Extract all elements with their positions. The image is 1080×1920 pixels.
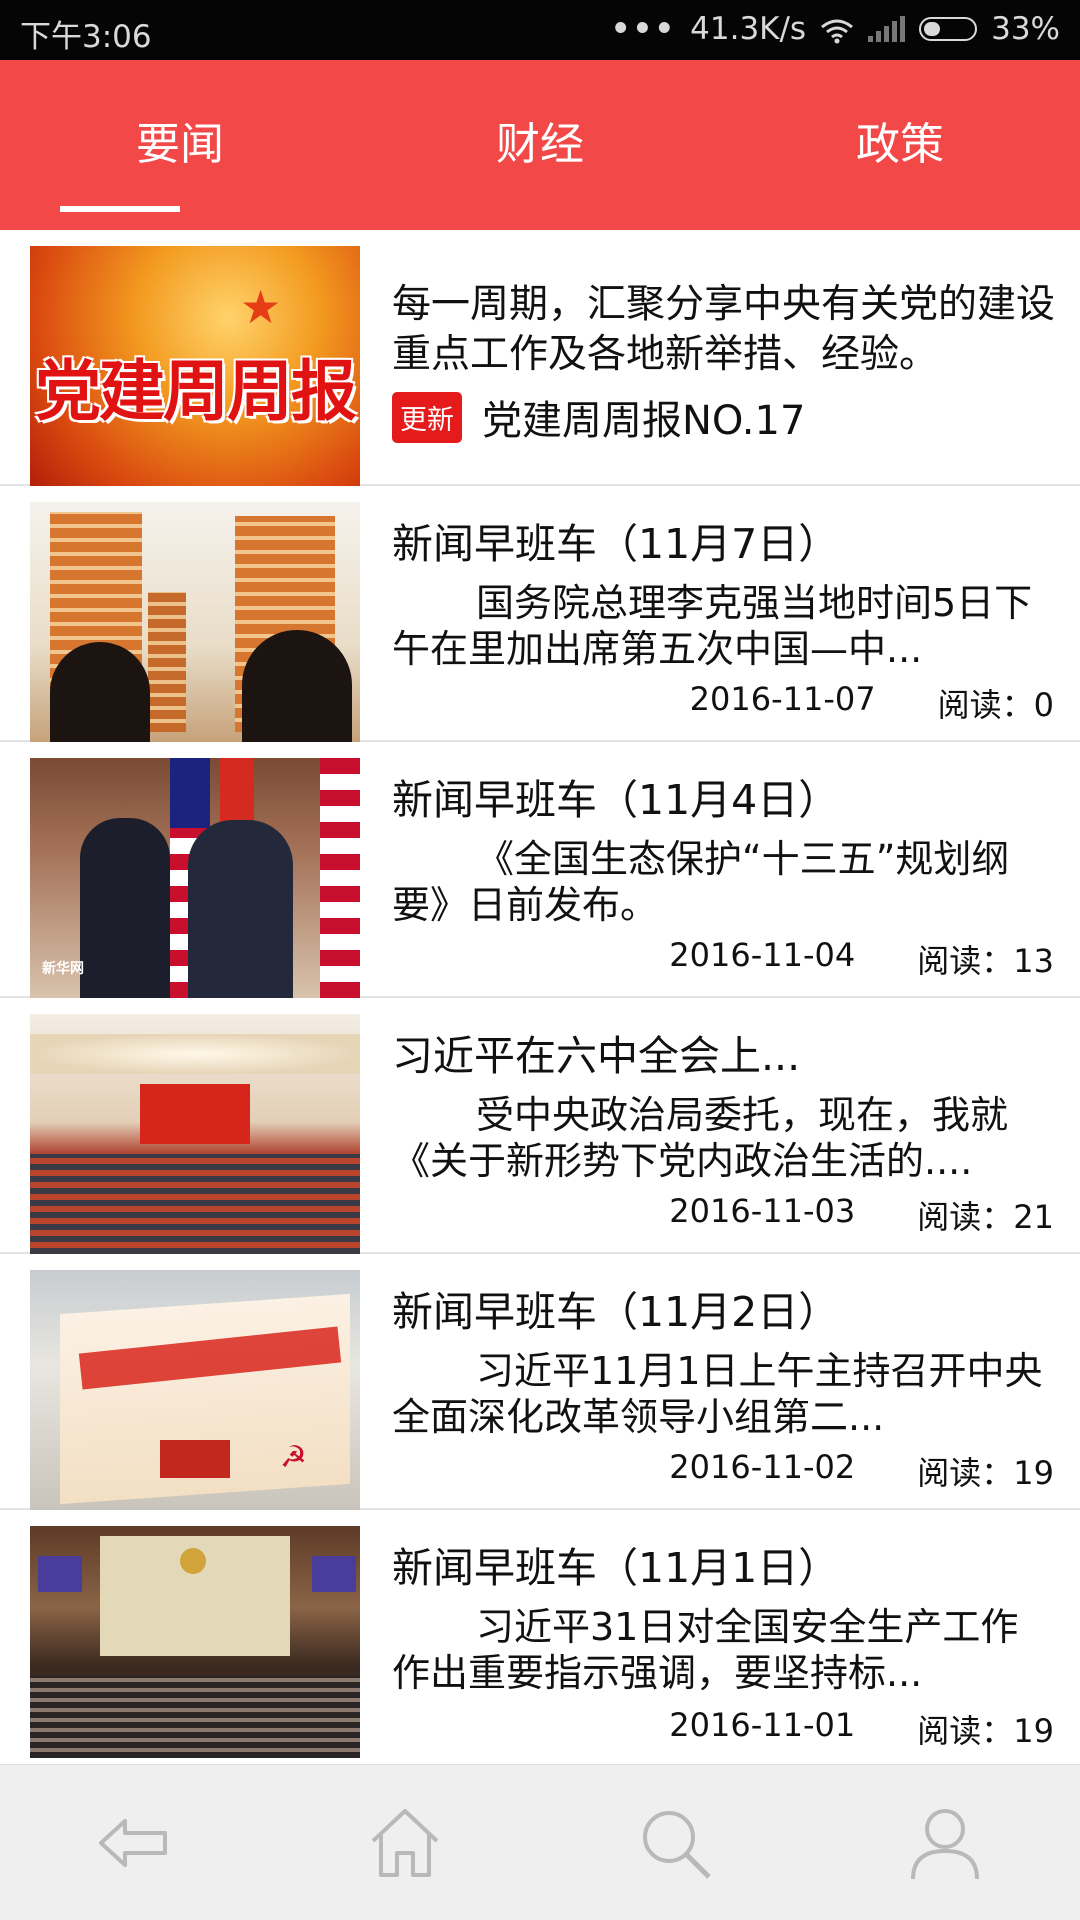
featured-item[interactable]: ★ 党建周周报 每一周期，汇聚分享中央有关党的建设重点工作及各地新举措、经验。 …	[0, 230, 1080, 486]
news-text: 新闻早班车（11月1日） 习近平31日对全国安全生产工作作出重要指示强调，要坚持…	[392, 1544, 1056, 1696]
battery-icon	[919, 17, 978, 41]
news-title: 习近平在六中全会上...	[392, 1032, 801, 1080]
news-date: 2016-11-04	[669, 936, 856, 974]
silhouette-left	[50, 642, 150, 742]
news-read-count: 阅读：19	[917, 1454, 1054, 1492]
status-time: 下午3:06	[20, 19, 152, 55]
notification-dots: •••	[610, 11, 677, 47]
tab-label: 财经	[496, 119, 584, 170]
screen-right	[312, 1556, 356, 1592]
news-thumbnail	[30, 1014, 360, 1254]
news-read-count: 阅读：19	[917, 1712, 1054, 1750]
search-icon	[643, 1811, 711, 1879]
news-meta: 2016-11-04 阅读：13	[669, 936, 1054, 982]
news-summary: 受中央政治局委托，现在，我就《关于新形势下党内政治生活的....	[392, 1093, 1009, 1183]
news-read-count: 阅读：13	[917, 942, 1054, 980]
news-date: 2016-11-07	[689, 680, 876, 718]
featured-subtitle: 党建周周报NO.17	[482, 398, 806, 444]
silhouette-right	[242, 630, 352, 742]
news-summary: 习近平11月1日上午主持召开中央全面深化改革领导小组第二...	[392, 1349, 1043, 1439]
back-button[interactable]	[0, 1765, 270, 1920]
list-item[interactable]: 新闻早班车（11月1日） 习近平31日对全国安全生产工作作出重要指示强调，要坚持…	[0, 1510, 1080, 1766]
wifi-icon	[820, 16, 854, 44]
tab-active-indicator	[60, 206, 180, 212]
news-title: 新闻早班车（11月1日）	[392, 1544, 840, 1592]
back-icon	[99, 1819, 167, 1867]
news-read-count: 阅读：21	[917, 1198, 1054, 1236]
home-button[interactable]	[270, 1765, 540, 1920]
news-summary: 习近平31日对全国安全生产工作作出重要指示强调，要坚持标...	[392, 1605, 1019, 1695]
news-meta: 2016-11-03 阅读：21	[669, 1192, 1054, 1238]
status-bar: 下午3:06 ••• 41.3K/s 33%	[0, 0, 1080, 60]
audience-rows	[30, 1676, 360, 1758]
list-item[interactable]: 新华网 新闻早班车（11月4日） 《全国生态保护“十三五”规划纲要》日前发布。 …	[0, 742, 1080, 998]
user-icon	[911, 1809, 979, 1880]
tab-bar: 要闻 财经 政策	[0, 60, 1080, 230]
featured-description: 每一周期，汇聚分享中央有关党的建设重点工作及各地新举措、经验。	[392, 282, 1056, 377]
audience-rows	[30, 1154, 360, 1254]
status-right: ••• 41.3K/s 33%	[611, 11, 1060, 47]
battery-percent: 33%	[991, 11, 1060, 47]
stage-backdrop	[140, 1084, 250, 1144]
news-read-count: 阅读：0	[937, 686, 1054, 724]
news-text: 习近平在六中全会上... 受中央政治局委托，现在，我就《关于新形势下党内政治生活…	[392, 1032, 1056, 1184]
profile-button[interactable]	[810, 1765, 1080, 1920]
list-item[interactable]: ☭ 新闻早班车（11月2日） 习近平11月1日上午主持召开中央全面深化改革领导小…	[0, 1254, 1080, 1510]
person-left	[80, 818, 170, 998]
list-item[interactable]: 新闻早班车（11月7日） 国务院总理李克强当地时间5日下午在里加出席第五次中国—…	[0, 486, 1080, 742]
tab-headlines[interactable]: 要闻	[0, 60, 360, 230]
news-text: 新闻早班车（11月7日） 国务院总理李克强当地时间5日下午在里加出席第五次中国—…	[392, 520, 1056, 672]
news-text: 新闻早班车（11月4日） 《全国生态保护“十三五”规划纲要》日前发布。	[392, 776, 1056, 928]
ceiling-lights	[30, 1034, 360, 1074]
news-date: 2016-11-01	[669, 1706, 856, 1744]
bottom-nav	[0, 1764, 1080, 1920]
building-small	[148, 592, 186, 732]
news-title: 新闻早班车（11月7日）	[392, 520, 840, 568]
featured-tagline: 更新 党建周周报NO.17	[392, 388, 805, 446]
star-decoration: ★	[240, 280, 282, 334]
featured-image-text: 党建周周报	[35, 353, 357, 430]
network-speed: 41.3K/s	[690, 11, 807, 47]
person-right	[188, 820, 293, 998]
news-title: 新闻早班车（11月2日）	[392, 1288, 840, 1336]
news-list: ★ 党建周周报 每一周期，汇聚分享中央有关党的建设重点工作及各地新举措、经验。 …	[0, 230, 1080, 1766]
home-icon	[371, 1809, 439, 1877]
signal-icon	[868, 16, 906, 42]
watermark-logo: 新华网	[42, 961, 84, 977]
flag-canton-left	[170, 758, 210, 828]
news-summary: 国务院总理李克强当地时间5日下午在里加出席第五次中国—中...	[392, 581, 1033, 671]
tab-finance[interactable]: 财经	[360, 60, 720, 230]
news-thumbnail	[30, 502, 360, 742]
news-date: 2016-11-02	[669, 1448, 856, 1486]
news-thumbnail	[30, 1526, 360, 1758]
news-thumbnail: 新华网	[30, 758, 360, 998]
banner-gate	[160, 1440, 230, 1478]
news-date: 2016-11-03	[669, 1192, 856, 1230]
featured-thumbnail: ★ 党建周周报	[30, 246, 360, 486]
tab-label: 政策	[856, 119, 944, 170]
tab-label: 要闻	[136, 119, 224, 170]
news-thumbnail: ☭	[30, 1270, 360, 1510]
tab-policy[interactable]: 政策	[720, 60, 1080, 230]
news-meta: 2016-11-02 阅读：19	[669, 1448, 1054, 1494]
flag-stripes-right	[320, 758, 360, 998]
update-badge: 更新	[392, 391, 462, 443]
national-emblem	[180, 1548, 206, 1574]
party-emblem-icon: ☭	[280, 1440, 307, 1475]
news-text: 新闻早班车（11月2日） 习近平11月1日上午主持召开中央全面深化改革领导小组第…	[392, 1288, 1056, 1440]
news-meta: 2016-11-01 阅读：19	[669, 1706, 1054, 1752]
search-button[interactable]	[540, 1765, 810, 1920]
news-summary: 《全国生态保护“十三五”规划纲要》日前发布。	[392, 837, 1010, 927]
news-title: 新闻早班车（11月4日）	[392, 776, 840, 824]
news-meta: 2016-11-07 阅读：0	[690, 680, 1054, 726]
screen-left	[38, 1556, 82, 1592]
list-item[interactable]: 习近平在六中全会上... 受中央政治局委托，现在，我就《关于新形势下党内政治生活…	[0, 998, 1080, 1254]
